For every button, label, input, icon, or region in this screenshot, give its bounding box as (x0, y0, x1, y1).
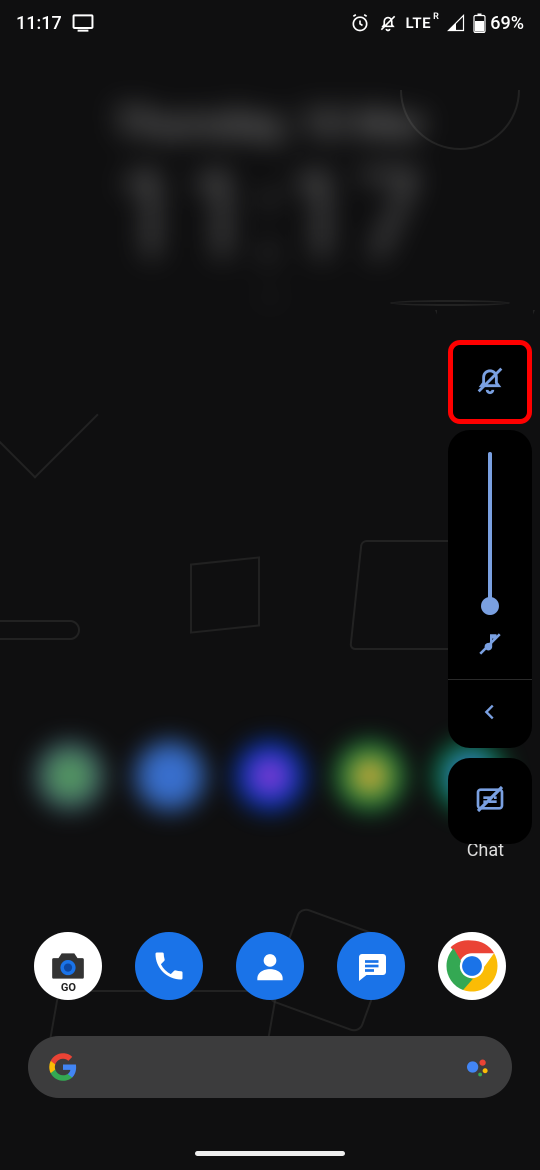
ring-mode-button[interactable] (448, 340, 532, 424)
status-bar: 11:17 LTE R (0, 0, 540, 40)
volume-expand-button[interactable] (448, 680, 532, 748)
live-caption-button[interactable] (448, 758, 532, 844)
clock-time: 11:17 (0, 157, 540, 277)
volume-panel (448, 340, 532, 844)
battery-indicator: 69% (473, 13, 524, 34)
music-off-icon (477, 631, 503, 661)
assistant-icon[interactable] (462, 1052, 492, 1082)
clock-sub: — (0, 283, 540, 313)
chevron-left-icon (479, 701, 501, 727)
google-g-icon (48, 1052, 78, 1082)
notifications-off-icon (378, 13, 398, 33)
phone-icon (151, 948, 187, 984)
status-time: 11:17 (16, 13, 62, 34)
battery-icon (473, 13, 486, 33)
notifications-off-icon (473, 363, 507, 401)
clock-widget: Thursday, 10 Mar 11:17 — (0, 100, 540, 313)
dock: GO (0, 932, 540, 1000)
volume-slider[interactable] (448, 430, 532, 680)
slider-track[interactable] (488, 452, 492, 609)
dock-contacts[interactable] (236, 932, 304, 1000)
alarm-icon (350, 13, 370, 33)
battery-percent: 69% (490, 13, 524, 34)
camera-icon (49, 950, 87, 982)
dock-messages[interactable] (337, 932, 405, 1000)
signal-icon (447, 14, 465, 32)
cast-icon (72, 14, 94, 32)
google-search-bar[interactable] (28, 1036, 512, 1098)
camera-go-badge: GO (61, 981, 76, 994)
dock-chrome[interactable] (438, 932, 506, 1000)
slider-thumb[interactable] (481, 597, 499, 615)
live-caption-off-icon (474, 783, 506, 819)
date-label: Thursday, 10 Mar (0, 100, 540, 147)
person-icon (251, 947, 289, 985)
dock-phone[interactable] (135, 932, 203, 1000)
chrome-icon (438, 932, 506, 1000)
messages-icon (353, 948, 389, 984)
gesture-nav-handle[interactable] (195, 1151, 345, 1156)
dock-camera-go[interactable]: GO (34, 932, 102, 1000)
network-type: LTE R (406, 14, 440, 32)
